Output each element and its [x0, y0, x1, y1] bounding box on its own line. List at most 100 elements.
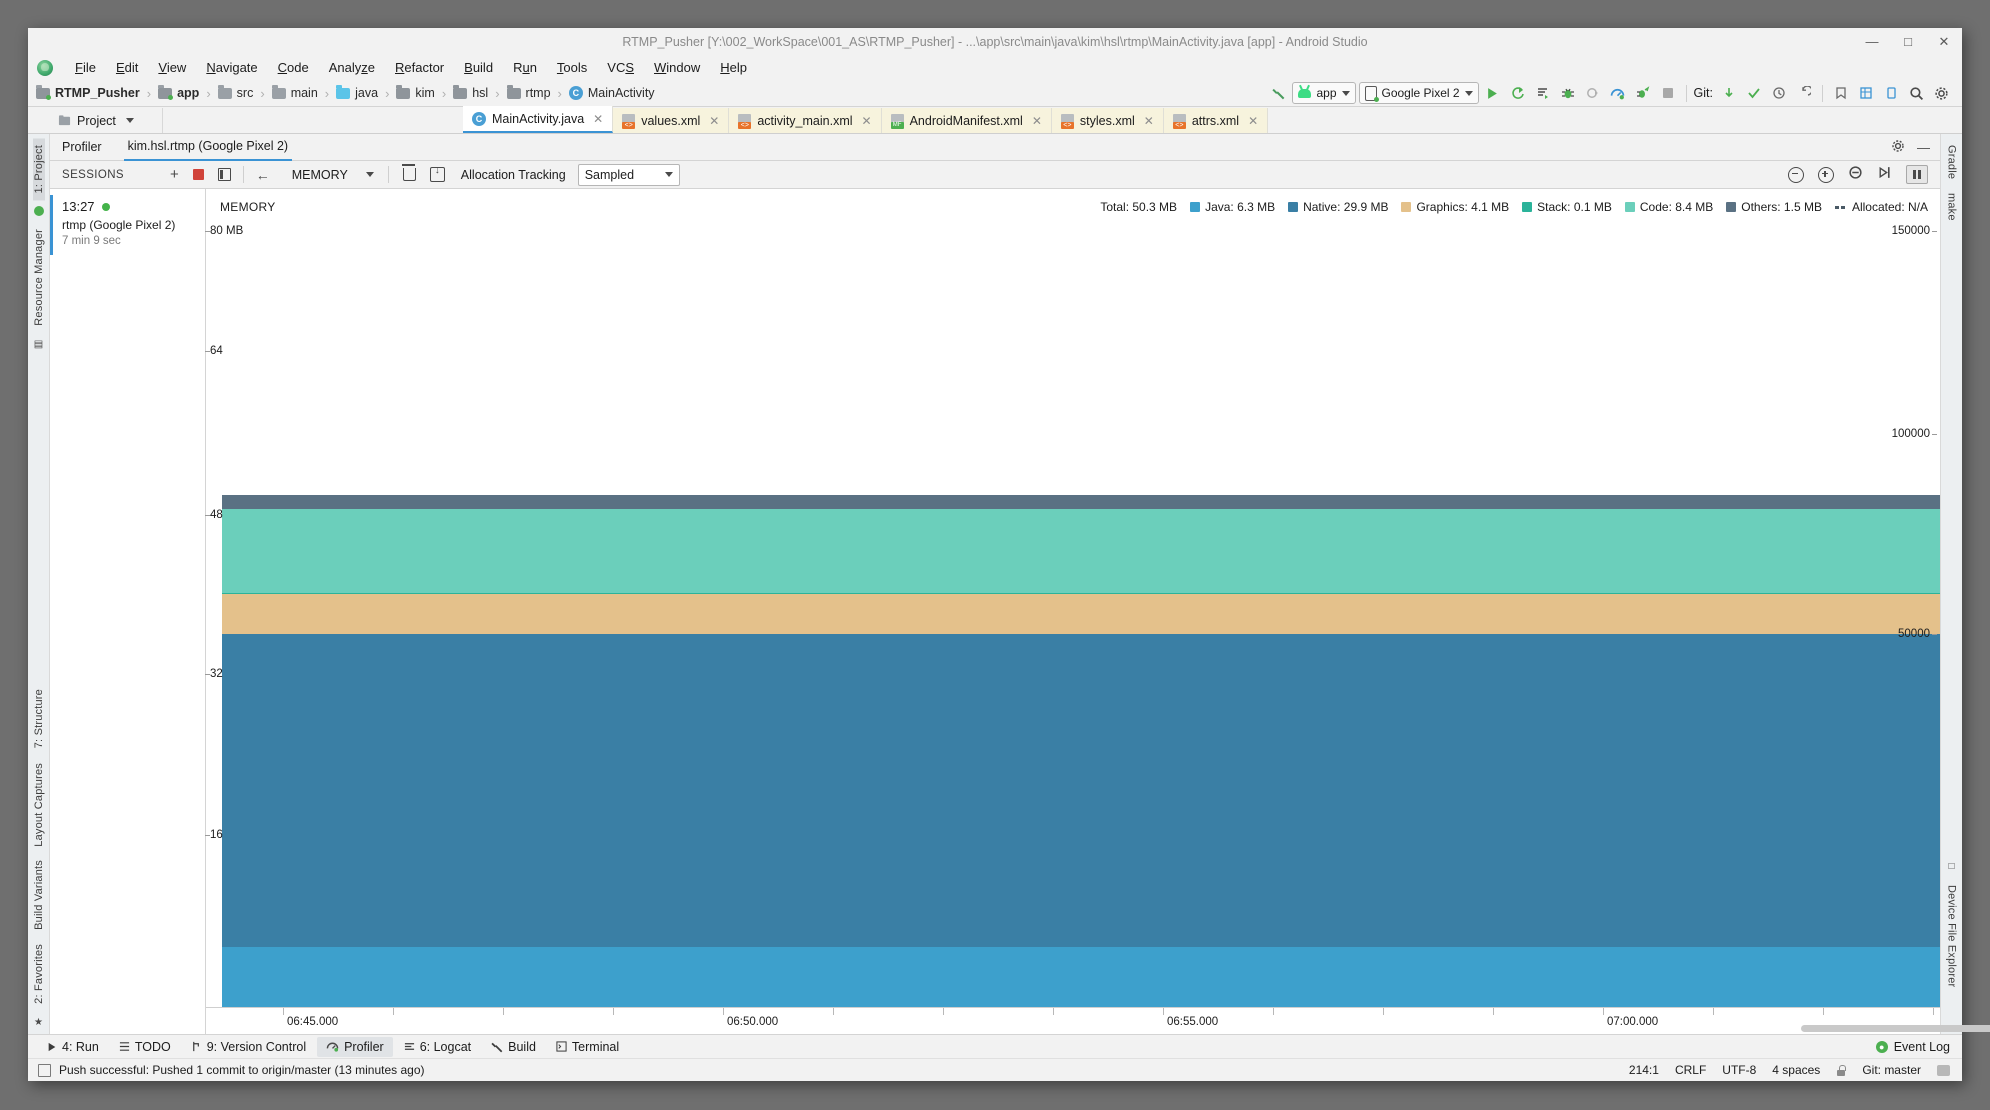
breadcrumb-item-java[interactable]: java [336, 84, 378, 100]
add-session-button[interactable]: + [170, 167, 179, 182]
git-commit-icon[interactable] [1743, 83, 1765, 103]
sidebar-item-gradle[interactable]: Gradle [1946, 138, 1958, 186]
device-selector[interactable]: Google Pixel 2 [1358, 82, 1479, 104]
zoom-in-button[interactable] [1818, 166, 1834, 183]
zoom-out-button[interactable] [1788, 166, 1804, 183]
breadcrumb-item-src[interactable]: src [217, 84, 253, 100]
close-icon[interactable]: ✕ [862, 114, 872, 128]
monitor-selector[interactable]: MEMORY [292, 168, 374, 182]
sidebar-item-layout-captures[interactable]: Layout Captures [33, 756, 45, 854]
sidebar-item-structure[interactable]: 7: Structure [33, 682, 45, 755]
hide-panel-icon[interactable]: — [1917, 140, 1930, 155]
pause-button[interactable] [1906, 165, 1928, 184]
breadcrumb-item-kim[interactable]: kim [396, 84, 435, 100]
chart-horizontal-scrollbar[interactable] [1801, 1025, 1990, 1032]
bottom-tab-profiler[interactable]: Profiler [317, 1036, 393, 1057]
git-revert-icon[interactable] [1793, 83, 1815, 103]
debug-icon[interactable] [1557, 83, 1579, 103]
bottom-tab-version-control[interactable]: 9: Version Control [182, 1037, 315, 1057]
chart-plot-area[interactable]: 80 MB 64 48 32 16 150000 100000 50000 [204, 215, 1940, 1008]
heap-dump-button[interactable] [429, 165, 445, 182]
profile-icon[interactable] [1607, 83, 1629, 103]
bottom-tab-build[interactable]: Build [482, 1037, 545, 1057]
menu-refactor[interactable]: Refactor [385, 58, 454, 77]
breadcrumb-item-mainactivity[interactable]: C MainActivity [568, 86, 655, 100]
lock-icon[interactable] [1836, 1064, 1846, 1076]
memory-chart[interactable]: MEMORY Total: 50.3 MB Java: 6.3 MB Nativ… [204, 189, 1990, 1034]
apply-changes-icon[interactable] [1507, 83, 1529, 103]
close-icon[interactable]: ✕ [1144, 114, 1154, 128]
run-icon[interactable] [1482, 83, 1504, 103]
breadcrumb-item-project[interactable]: RTMP_Pusher [36, 84, 140, 100]
reset-zoom-button[interactable] [1848, 165, 1863, 185]
tab-androidmanifest-xml[interactable]: AndroidManifest.xml ✕ [881, 108, 1052, 133]
bottom-tab-terminal[interactable]: Terminal [547, 1037, 628, 1057]
file-encoding[interactable]: UTF-8 [1722, 1063, 1756, 1077]
menu-view[interactable]: View [148, 58, 196, 77]
menu-file[interactable]: File [65, 58, 106, 77]
tab-mainactivity-java[interactable]: C MainActivity.java ✕ [463, 106, 614, 133]
sidebar-item-project[interactable]: 1: Project [32, 138, 45, 201]
attach-debugger-icon[interactable] [1582, 83, 1604, 103]
menu-build[interactable]: Build [454, 58, 503, 77]
bookmark-icon[interactable] [1830, 83, 1852, 103]
run-configuration-selector[interactable]: app [1292, 82, 1356, 104]
sidebar-item-make[interactable]: make [1946, 186, 1958, 228]
close-icon[interactable]: ✕ [709, 114, 719, 128]
close-icon[interactable]: ✕ [1032, 114, 1042, 128]
breadcrumb-item-app[interactable]: app [158, 84, 199, 100]
tab-attrs-xml[interactable]: attrs.xml ✕ [1163, 108, 1269, 133]
tab-styles-xml[interactable]: styles.xml ✕ [1051, 108, 1164, 133]
menu-run[interactable]: Run [503, 58, 547, 77]
git-history-icon[interactable] [1768, 83, 1790, 103]
bottom-tab-todo[interactable]: TODO [110, 1037, 180, 1057]
tab-activity-main-xml[interactable]: activity_main.xml ✕ [729, 108, 882, 133]
menu-tools[interactable]: Tools [547, 58, 597, 77]
event-log-button[interactable]: ● Event Log [1875, 1040, 1962, 1054]
breadcrumb-item-hsl[interactable]: hsl [453, 84, 488, 100]
line-separator[interactable]: CRLF [1675, 1063, 1706, 1077]
sidebar-item-device-file-explorer[interactable]: Device File Explorer [1946, 878, 1958, 994]
menu-analyze[interactable]: Analyze [319, 58, 385, 77]
tab-values-xml[interactable]: values.xml ✕ [613, 108, 730, 133]
bottom-tab-run[interactable]: 4: Run [38, 1037, 108, 1057]
menu-vcs[interactable]: VCS [597, 58, 644, 77]
menu-navigate[interactable]: Navigate [196, 58, 267, 77]
menu-edit[interactable]: Edit [106, 58, 148, 77]
toggle-sessions-panel-button[interactable] [217, 168, 231, 181]
menu-help[interactable]: Help [710, 58, 757, 77]
menu-window[interactable]: Window [644, 58, 710, 77]
profiler-session-tab[interactable]: kim.hsl.rtmp (Google Pixel 2) [123, 134, 293, 161]
session-item[interactable]: 13:27 rtmp (Google Pixel 2) 7 min 9 sec [50, 195, 205, 255]
menu-code[interactable]: Code [268, 58, 319, 77]
git-update-icon[interactable] [1718, 83, 1740, 103]
device-manager-icon[interactable] [1880, 83, 1902, 103]
settings-gear-icon[interactable] [1930, 83, 1952, 103]
apply-code-changes-icon[interactable] [1532, 83, 1554, 103]
caret-position[interactable]: 214:1 [1629, 1063, 1659, 1077]
stop-icon[interactable] [1657, 83, 1679, 103]
close-icon[interactable]: ✕ [1248, 114, 1258, 128]
indent-setting[interactable]: 4 spaces [1772, 1063, 1820, 1077]
sidebar-item-favorites[interactable]: 2: Favorites [33, 937, 45, 1011]
build-hammer-icon[interactable] [1267, 83, 1289, 103]
close-icon[interactable]: ✕ [593, 112, 603, 126]
breadcrumb-item-main[interactable]: main [271, 84, 318, 100]
stop-session-button[interactable] [192, 169, 204, 180]
sidebar-item-resource-manager[interactable]: Resource Manager [33, 222, 45, 333]
breadcrumb-item-rtmp[interactable]: rtmp [506, 84, 551, 100]
attach-to-live-button[interactable] [1877, 165, 1892, 185]
allocation-tracking-select[interactable]: Sampled [577, 163, 680, 186]
run-coverage-icon[interactable] [1632, 83, 1654, 103]
layout-inspector-icon[interactable] [1855, 83, 1877, 103]
memory-indicator[interactable] [1937, 1064, 1950, 1076]
legend-swatch-stack [1522, 202, 1533, 212]
search-everywhere-icon[interactable] [1905, 83, 1927, 103]
back-button[interactable]: ← [256, 167, 270, 183]
force-garbage-collection-button[interactable] [401, 164, 416, 181]
git-branch[interactable]: Git: master [1862, 1063, 1921, 1077]
project-tool-dropdown[interactable]: Project [49, 108, 163, 133]
settings-gear-icon[interactable] [1891, 139, 1905, 156]
sidebar-item-build-variants[interactable]: Build Variants [33, 853, 45, 937]
bottom-tab-logcat[interactable]: 6: Logcat [395, 1037, 480, 1057]
